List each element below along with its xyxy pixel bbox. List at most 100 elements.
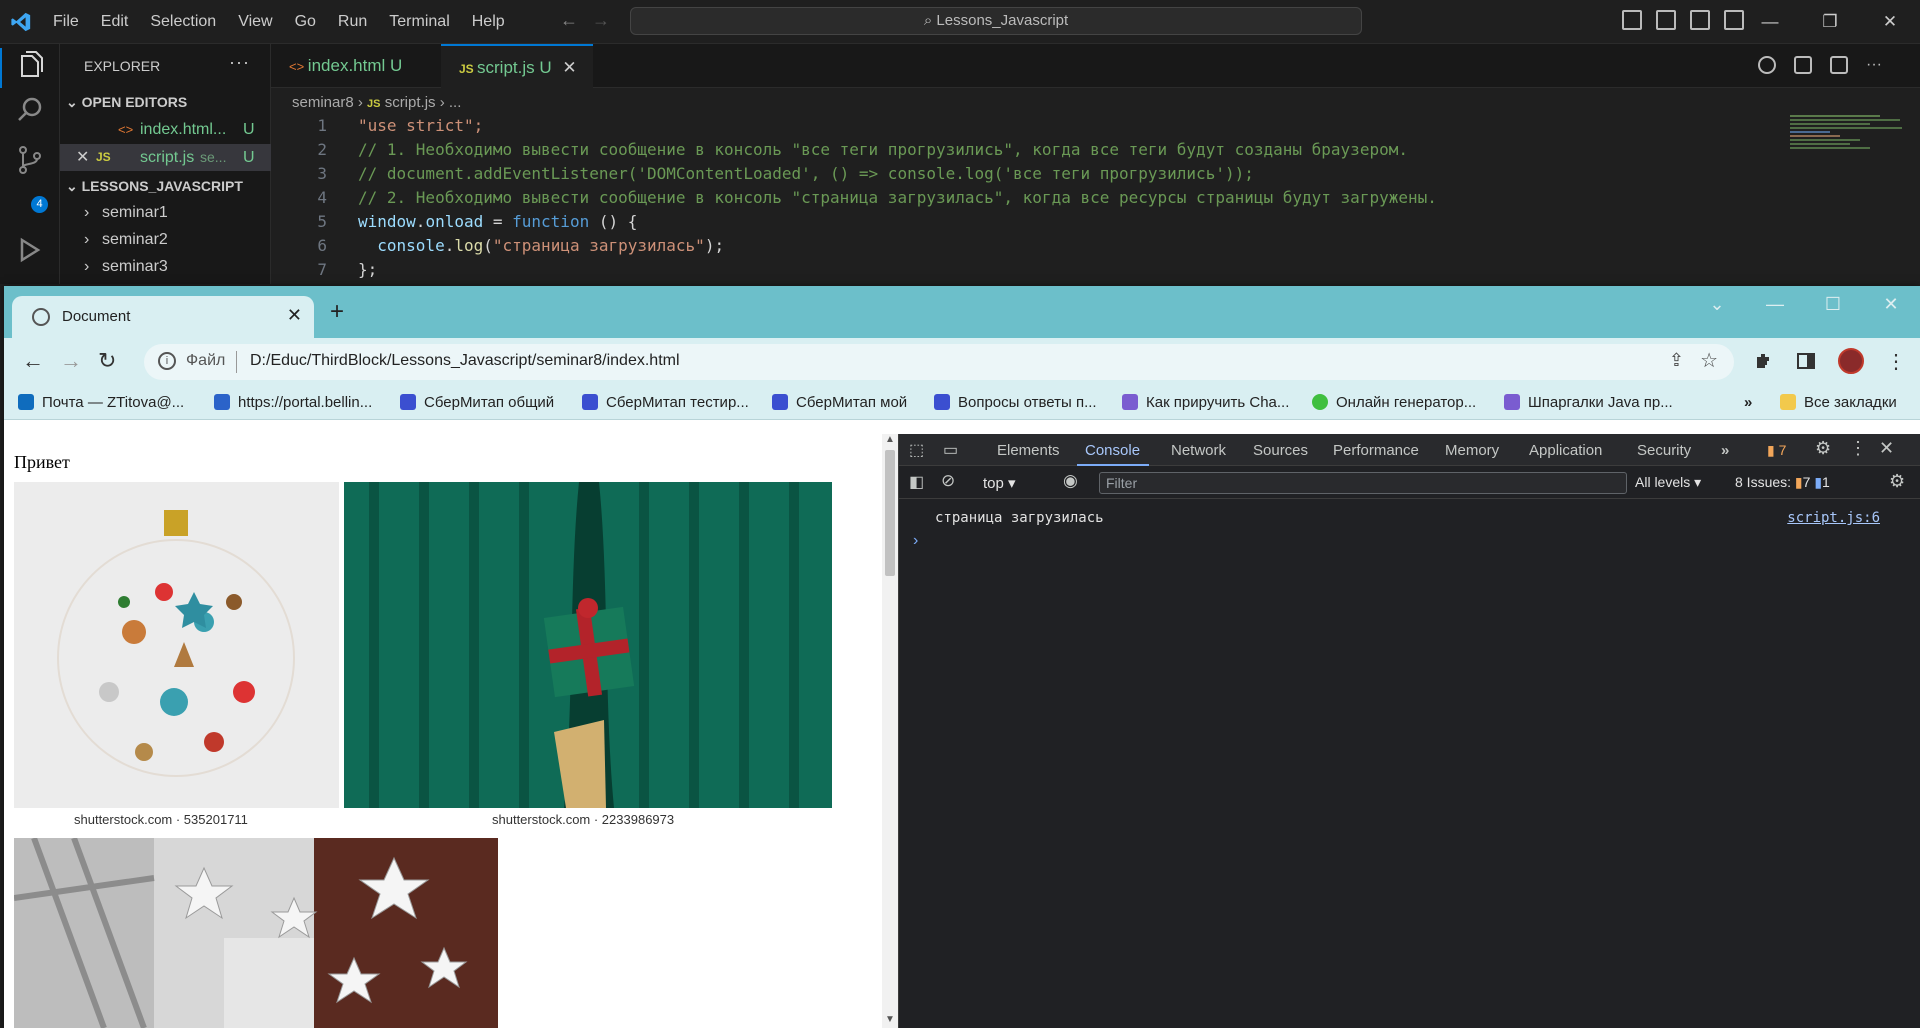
- bookmark-star-icon[interactable]: ☆: [1700, 348, 1718, 373]
- scrollbar-thumb[interactable]: [885, 450, 895, 576]
- folder-seminar2[interactable]: › seminar2: [60, 226, 271, 253]
- console-filter-input[interactable]: Filter: [1099, 472, 1627, 494]
- menu-file[interactable]: File: [42, 13, 90, 31]
- scroll-up-icon[interactable]: ▲: [885, 434, 895, 445]
- menu-edit[interactable]: Edit: [90, 13, 140, 31]
- run-debug-icon[interactable]: [14, 234, 46, 266]
- share-icon[interactable]: ⇪: [1669, 350, 1684, 371]
- chrome-menu-icon[interactable]: ⋮: [1886, 349, 1906, 374]
- tab-sources[interactable]: Sources: [1253, 442, 1308, 459]
- forward-arrow-icon[interactable]: →: [592, 10, 624, 30]
- close-icon[interactable]: ✕: [562, 58, 576, 77]
- context-selector[interactable]: top ▾: [983, 474, 1016, 492]
- omnibox[interactable]: i Файл D:/Educ/ThirdBlock/Lessons_Javasc…: [144, 344, 1734, 380]
- maximize-icon[interactable]: ☐: [1804, 286, 1862, 326]
- minimap[interactable]: [1790, 113, 1905, 163]
- bookmark-item[interactable]: Шпаргалки Java пр...: [1504, 394, 1673, 411]
- bookmark-item[interactable]: СберМитап общий: [400, 394, 554, 411]
- source-control-icon[interactable]: [14, 144, 46, 176]
- menu-help[interactable]: Help: [461, 13, 516, 31]
- bookmark-item[interactable]: СберМитап мой: [772, 394, 907, 411]
- dropdown-arrow-icon: ▾: [1694, 474, 1702, 490]
- menu-selection[interactable]: Selection: [139, 13, 227, 31]
- reload-icon[interactable]: ↻: [98, 348, 116, 374]
- all-bookmarks[interactable]: Все закладки: [1780, 394, 1897, 411]
- bookmark-item[interactable]: СберМитап тестир...: [582, 394, 749, 411]
- live-expression-eye-icon[interactable]: ◉: [1063, 471, 1078, 491]
- tab-document[interactable]: Document ✕: [12, 296, 314, 338]
- tab-security[interactable]: Security: [1637, 442, 1691, 459]
- open-editor-script-js[interactable]: ✕ JS script.js se... U: [60, 144, 271, 171]
- breadcrumb-symbol[interactable]: ...: [449, 94, 462, 111]
- issues-button[interactable]: 8 Issues: ▮7 ▮1: [1735, 474, 1830, 491]
- timeline-icon[interactable]: [1758, 56, 1777, 74]
- toggle-sidebar-icon[interactable]: [1622, 10, 1642, 30]
- close-icon[interactable]: ✕: [1860, 0, 1920, 44]
- explorer-icon[interactable]: [14, 50, 46, 82]
- bookmark-item[interactable]: https://portal.bellin...: [214, 394, 372, 411]
- compare-icon[interactable]: [1794, 56, 1813, 74]
- bookmark-item[interactable]: Вопросы ответы п...: [934, 394, 1097, 411]
- extensions-icon[interactable]: [1754, 351, 1774, 371]
- back-icon[interactable]: ←: [22, 348, 44, 374]
- console-settings-icon[interactable]: ⚙: [1889, 471, 1905, 492]
- sidebar-toggle-icon[interactable]: ◧: [909, 472, 924, 492]
- back-arrow-icon[interactable]: ←: [560, 10, 592, 30]
- close-tab-icon[interactable]: ✕: [287, 305, 302, 326]
- bookmarks-overflow[interactable]: »: [1744, 394, 1752, 411]
- info-icon[interactable]: i: [158, 352, 176, 370]
- console-prompt[interactable]: ›: [913, 532, 918, 550]
- new-tab-button[interactable]: +: [330, 298, 344, 326]
- toggle-secondary-sidebar-icon[interactable]: [1690, 10, 1710, 30]
- tab-search-icon[interactable]: ⌄: [1688, 286, 1746, 326]
- bookmark-item[interactable]: Как приручить Cha...: [1122, 394, 1289, 411]
- open-editor-index-html[interactable]: <> index.html... U: [60, 116, 271, 143]
- more-tabs-icon[interactable]: »: [1721, 442, 1729, 459]
- omnibox-url[interactable]: D:/Educ/ThirdBlock/Lessons_Javascript/se…: [250, 352, 680, 370]
- menu-go[interactable]: Go: [284, 13, 327, 31]
- tab-memory[interactable]: Memory: [1445, 442, 1499, 459]
- settings-gear-icon[interactable]: ⚙: [1815, 438, 1831, 459]
- folder-seminar3[interactable]: › seminar3: [60, 253, 271, 280]
- scroll-down-icon[interactable]: ▼: [885, 1014, 895, 1025]
- console-log-source-link[interactable]: script.js:6: [1787, 510, 1880, 526]
- device-toolbar-icon[interactable]: ▭: [943, 440, 958, 460]
- menu-terminal[interactable]: Terminal: [378, 13, 460, 31]
- close-icon[interactable]: ✕: [76, 144, 89, 171]
- open-editors-header[interactable]: ⌄ OPEN EDITORS: [66, 94, 187, 111]
- search-icon[interactable]: [14, 94, 46, 126]
- bookmark-item[interactable]: Почта — ZTitova@...: [18, 394, 184, 411]
- breadcrumb-folder[interactable]: seminar8: [292, 94, 354, 111]
- tab-network[interactable]: Network: [1171, 442, 1226, 459]
- close-icon[interactable]: ✕: [1862, 286, 1920, 326]
- tab-elements[interactable]: Elements: [997, 442, 1060, 459]
- more-actions-icon[interactable]: ···: [229, 52, 250, 73]
- tab-console[interactable]: Console: [1085, 442, 1140, 459]
- restore-icon[interactable]: ❐: [1800, 0, 1860, 44]
- breadcrumb-file[interactable]: script.js: [385, 94, 436, 111]
- minimize-icon[interactable]: —: [1740, 0, 1800, 44]
- warnings-badge[interactable]: ▮ 7: [1767, 442, 1786, 459]
- menu-run[interactable]: Run: [327, 13, 378, 31]
- tab-script-js[interactable]: JS script.js U ✕: [441, 44, 593, 88]
- split-editor-icon[interactable]: [1830, 56, 1849, 74]
- more-actions-icon[interactable]: ···: [1866, 56, 1882, 74]
- close-devtools-icon[interactable]: ✕: [1879, 438, 1894, 459]
- tab-performance[interactable]: Performance: [1333, 442, 1419, 459]
- log-levels-dropdown[interactable]: All levels ▾: [1635, 474, 1701, 491]
- command-center-search[interactable]: ⌕ Lessons_Javascript: [630, 7, 1362, 35]
- forward-icon[interactable]: →: [60, 348, 82, 374]
- clear-console-icon[interactable]: ⊘: [941, 471, 955, 491]
- workspace-header[interactable]: ⌄ LESSONS_JAVASCRIPT: [66, 178, 243, 195]
- side-panel-icon[interactable]: [1796, 351, 1816, 371]
- menu-view[interactable]: View: [227, 13, 283, 31]
- devtools-menu-icon[interactable]: ⋮: [1849, 438, 1867, 459]
- profile-avatar[interactable]: [1838, 348, 1864, 374]
- inspect-element-icon[interactable]: ⬚: [909, 440, 924, 460]
- folder-seminar1[interactable]: › seminar1: [60, 199, 271, 226]
- tab-application[interactable]: Application: [1529, 442, 1602, 459]
- toggle-panel-icon[interactable]: [1656, 10, 1676, 30]
- minimize-icon[interactable]: —: [1746, 286, 1804, 326]
- bookmark-item[interactable]: Онлайн генератор...: [1312, 394, 1476, 411]
- tab-index-html[interactable]: <> index.html U: [271, 44, 441, 88]
